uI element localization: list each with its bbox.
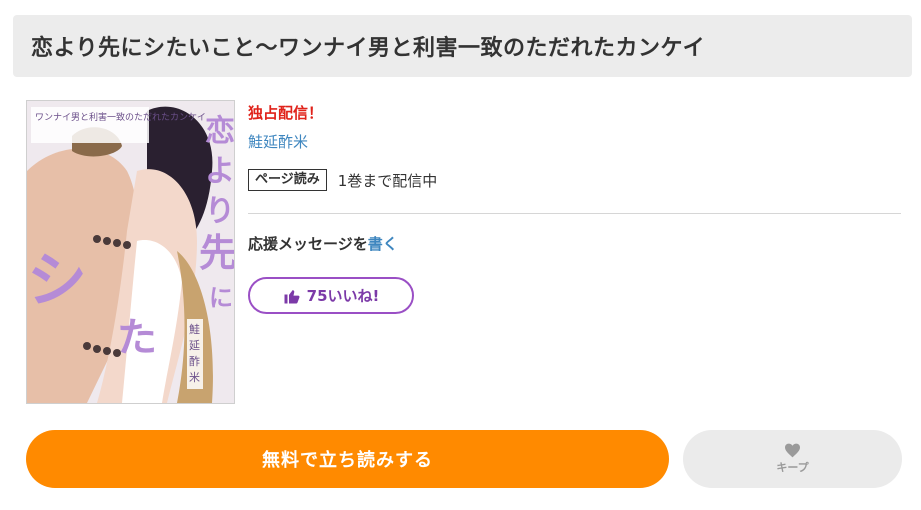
write-message-link[interactable]: 書く: [368, 235, 398, 253]
svg-text:鮭: 鮭: [189, 322, 200, 336]
page-title: 恋より先にシたいこと～ワンナイ男と利害一致のただれたカンケイ: [31, 36, 706, 61]
volumes-available-text: 1巻まで配信中: [337, 171, 438, 190]
svg-text:恋: 恋: [205, 114, 234, 149]
cover-subtitle: ワンナイ男と利害一致のただれたカンケイ: [35, 111, 206, 123]
title-bar: 恋より先にシたいこと～ワンナイ男と利害一致のただれたカンケイ: [13, 15, 912, 77]
support-message: 応援メッセージを書く: [248, 233, 398, 254]
heart-icon: [785, 443, 800, 458]
keep-label: キープ: [776, 461, 809, 474]
svg-text:よ: よ: [205, 154, 234, 189]
support-message-label: 応援メッセージを: [248, 235, 368, 253]
like-count: 75いいね!: [306, 287, 380, 305]
svg-text:米: 米: [189, 371, 200, 384]
page-read-tag: ページ読み: [248, 169, 327, 191]
author-link[interactable]: 鮭延酢米: [248, 131, 308, 152]
free-preview-label: 無料で立ち読みする: [262, 450, 433, 471]
divider: [248, 213, 901, 214]
svg-text:先: 先: [199, 231, 234, 275]
svg-text:酢: 酢: [189, 354, 200, 368]
svg-text:り: り: [205, 194, 234, 229]
svg-text:シ: シ: [27, 246, 87, 316]
thumbs-up-icon: [284, 289, 300, 303]
read-availability: ページ読み 1巻まで配信中: [248, 169, 437, 191]
cover-illustration: ワンナイ男と利害一致のただれたカンケイ 恋 よ り 先 に シ た 鮭延 酢米: [27, 101, 234, 403]
svg-text:た: た: [117, 315, 157, 361]
cover-image[interactable]: ワンナイ男と利害一致のただれたカンケイ 恋 よ り 先 に シ た 鮭延 酢米: [26, 100, 235, 404]
exclusive-badge: 独占配信！: [248, 104, 324, 122]
svg-text:に: に: [209, 284, 233, 312]
like-button[interactable]: 75いいね!: [248, 277, 414, 314]
keep-button[interactable]: キープ: [683, 430, 902, 488]
free-preview-button[interactable]: 無料で立ち読みする: [26, 430, 669, 488]
svg-text:延: 延: [189, 339, 200, 352]
